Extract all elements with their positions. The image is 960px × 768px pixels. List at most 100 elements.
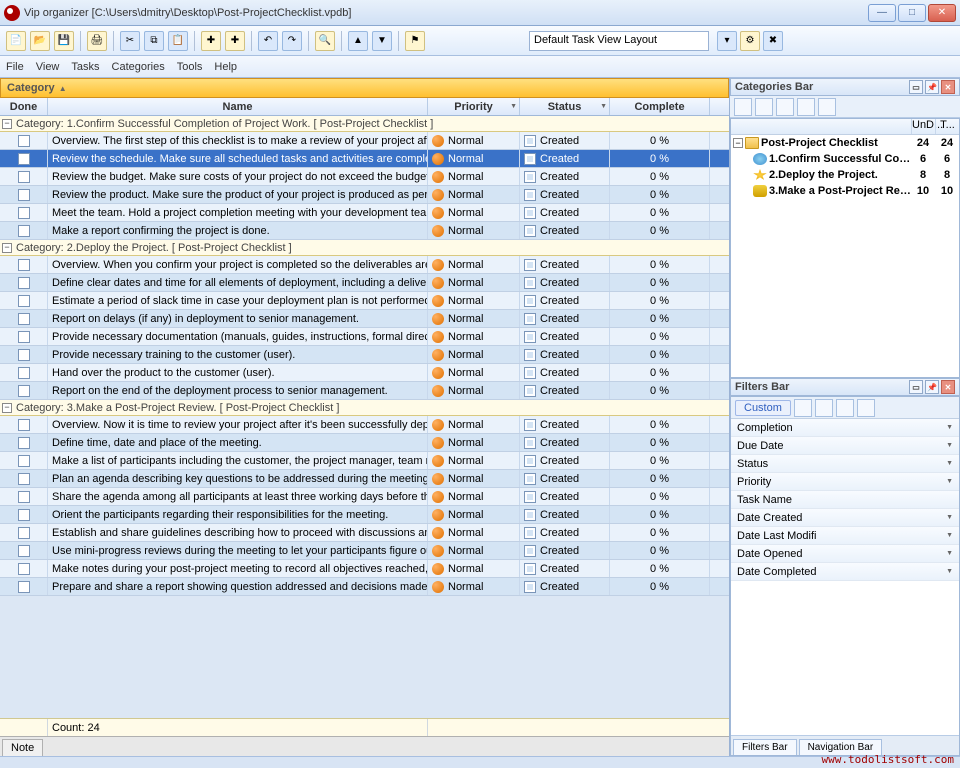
filt-btn-2[interactable]	[815, 399, 833, 417]
task-priority[interactable]: Normal	[428, 222, 520, 239]
flag-button[interactable]: ⚑	[405, 31, 425, 51]
tree-item[interactable]: −Post-Project Checklist2424	[731, 135, 959, 151]
open-button[interactable]: 📂	[30, 31, 50, 51]
filter-row[interactable]: Date Opened▼	[731, 545, 959, 563]
chevron-down-icon[interactable]: ▼	[946, 478, 953, 485]
task-status[interactable]: Created	[520, 560, 610, 577]
done-checkbox[interactable]	[18, 491, 30, 503]
menu-file[interactable]: File	[6, 61, 24, 73]
filter-row[interactable]: Priority▼	[731, 473, 959, 491]
task-priority[interactable]: Normal	[428, 292, 520, 309]
filter-row[interactable]: Status▼	[731, 455, 959, 473]
task-status[interactable]: Created	[520, 452, 610, 469]
done-checkbox[interactable]	[18, 331, 30, 343]
cat-btn-4[interactable]	[797, 98, 815, 116]
chevron-down-icon[interactable]: ▼	[946, 514, 953, 521]
chevron-down-icon[interactable]: ▼	[946, 532, 953, 539]
save-button[interactable]: 💾	[54, 31, 74, 51]
print-button[interactable]: 🖨	[87, 31, 107, 51]
done-checkbox[interactable]	[18, 225, 30, 237]
maximize-button[interactable]: □	[898, 4, 926, 22]
task-priority[interactable]: Normal	[428, 524, 520, 541]
task-status[interactable]: Created	[520, 132, 610, 149]
done-checkbox[interactable]	[18, 563, 30, 575]
filter-row[interactable]: Date Completed▼	[731, 563, 959, 581]
cat-btn-5[interactable]	[818, 98, 836, 116]
task-row[interactable]: Estimate a period of slack time in case …	[0, 292, 729, 310]
task-row[interactable]: Hand over the product to the customer (u…	[0, 364, 729, 382]
tab-filters-bar[interactable]: Filters Bar	[733, 739, 797, 755]
task-row[interactable]: Define clear dates and time for all elem…	[0, 274, 729, 292]
task-row[interactable]: Report on the end of the deployment proc…	[0, 382, 729, 400]
task-row[interactable]: Overview. The first step of this checkli…	[0, 132, 729, 150]
done-checkbox[interactable]	[18, 295, 30, 307]
col-complete[interactable]: Complete	[610, 98, 710, 115]
new-db-button[interactable]: 📄	[6, 31, 26, 51]
panel-restore-button[interactable]: ▭	[909, 380, 923, 394]
task-status[interactable]: Created	[520, 328, 610, 345]
layout-selector[interactable]: Default Task View Layout	[529, 31, 709, 51]
done-checkbox[interactable]	[18, 545, 30, 557]
done-checkbox[interactable]	[18, 367, 30, 379]
menu-tasks[interactable]: Tasks	[71, 61, 99, 73]
task-priority[interactable]: Normal	[428, 434, 520, 451]
find-button[interactable]: 🔍	[315, 31, 335, 51]
task-priority[interactable]: Normal	[428, 560, 520, 577]
done-checkbox[interactable]	[18, 581, 30, 593]
done-checkbox[interactable]	[18, 385, 30, 397]
settings-button[interactable]: ⚙	[740, 31, 760, 51]
filter-row[interactable]: Completion▼	[731, 419, 959, 437]
task-row[interactable]: Make a report confirming the project is …	[0, 222, 729, 240]
task-row[interactable]: Share the agenda among all participants …	[0, 488, 729, 506]
task-row[interactable]: Meet the team. Hold a project completion…	[0, 204, 729, 222]
task-priority[interactable]: Normal	[428, 186, 520, 203]
col-name[interactable]: Name	[48, 98, 428, 115]
panel-close-button[interactable]: ✕	[941, 380, 955, 394]
task-priority[interactable]: Normal	[428, 132, 520, 149]
task-priority[interactable]: Normal	[428, 382, 520, 399]
done-checkbox[interactable]	[18, 171, 30, 183]
task-status[interactable]: Created	[520, 506, 610, 523]
task-status[interactable]: Created	[520, 470, 610, 487]
cat-btn-2[interactable]	[755, 98, 773, 116]
task-status[interactable]: Created	[520, 382, 610, 399]
task-status[interactable]: Created	[520, 364, 610, 381]
filter-row[interactable]: Date Last Modifi▼	[731, 527, 959, 545]
done-checkbox[interactable]	[18, 189, 30, 201]
done-checkbox[interactable]	[18, 313, 30, 325]
task-status[interactable]: Created	[520, 524, 610, 541]
collapse-icon[interactable]: −	[2, 119, 12, 129]
done-checkbox[interactable]	[18, 455, 30, 467]
task-priority[interactable]: Normal	[428, 506, 520, 523]
task-priority[interactable]: Normal	[428, 364, 520, 381]
new-task-button[interactable]: ✚	[201, 31, 221, 51]
filter-custom-pill[interactable]: Custom	[735, 400, 791, 416]
collapse-icon[interactable]: −	[2, 243, 12, 253]
task-status[interactable]: Created	[520, 578, 610, 595]
redo-button[interactable]: ↷	[282, 31, 302, 51]
task-row[interactable]: Orient the participants regarding their …	[0, 506, 729, 524]
chevron-down-icon[interactable]: ▼	[946, 550, 953, 557]
task-priority[interactable]: Normal	[428, 470, 520, 487]
collapse-icon[interactable]: −	[2, 403, 12, 413]
done-checkbox[interactable]	[18, 259, 30, 271]
task-priority[interactable]: Normal	[428, 204, 520, 221]
chevron-down-icon[interactable]: ▼	[946, 460, 953, 467]
task-row[interactable]: Overview. When you confirm your project …	[0, 256, 729, 274]
task-row[interactable]: Review the budget. Make sure costs of yo…	[0, 168, 729, 186]
task-row[interactable]: Make a list of participants including th…	[0, 452, 729, 470]
chevron-down-icon[interactable]: ▼	[946, 442, 953, 449]
task-row[interactable]: Overview. Now it is time to review your …	[0, 416, 729, 434]
task-status[interactable]: Created	[520, 542, 610, 559]
done-checkbox[interactable]	[18, 473, 30, 485]
task-row[interactable]: Define time, date and place of the meeti…	[0, 434, 729, 452]
task-priority[interactable]: Normal	[428, 346, 520, 363]
task-priority[interactable]: Normal	[428, 578, 520, 595]
layout-opts-button[interactable]: ▾	[717, 31, 737, 51]
task-status[interactable]: Created	[520, 186, 610, 203]
task-priority[interactable]: Normal	[428, 274, 520, 291]
task-priority[interactable]: Normal	[428, 150, 520, 167]
done-checkbox[interactable]	[18, 135, 30, 147]
panel-close-button[interactable]: ✕	[941, 80, 955, 94]
group-row[interactable]: −Category: 1.Confirm Successful Completi…	[0, 116, 729, 132]
